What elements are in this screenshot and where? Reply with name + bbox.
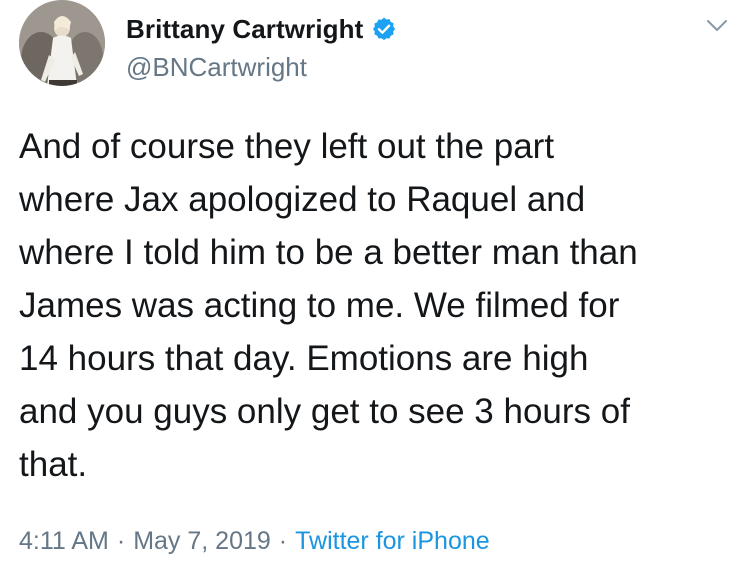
tweet-card: Brittany Cartwright @BNCartwright And of… [0,0,750,561]
author-display-name[interactable]: Brittany Cartwright [126,14,363,45]
meta-separator: · [278,527,288,555]
author-avatar[interactable] [19,0,105,86]
author-handle[interactable]: @BNCartwright [126,52,307,83]
tweet-time[interactable]: 4:11 AM [19,527,109,556]
tweet-source-link[interactable]: Twitter for iPhone [295,527,490,556]
tweet-date[interactable]: May 7, 2019 [133,527,271,556]
author-name-row[interactable]: Brittany Cartwright [126,12,397,46]
chevron-down-icon[interactable] [704,12,730,38]
avatar-photo [19,0,105,86]
meta-separator: · [116,527,126,555]
tweet-meta: 4:11 AM · May 7, 2019 · Twitter for iPho… [19,527,490,556]
tweet-text: And of course they left out the part whe… [19,127,638,484]
verified-badge-icon [373,17,396,41]
